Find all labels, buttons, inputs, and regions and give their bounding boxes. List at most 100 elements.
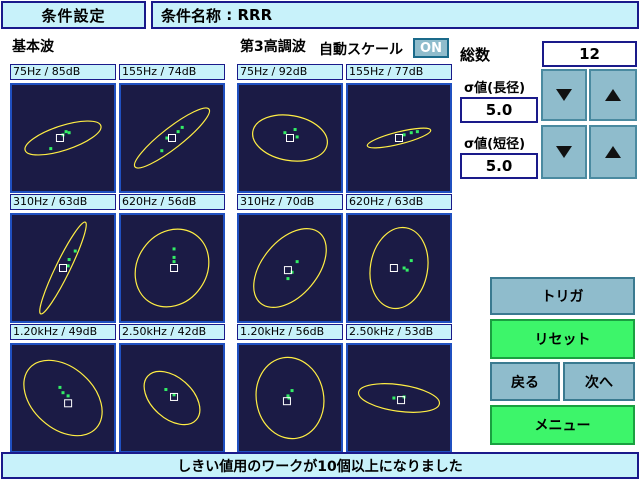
plot-label: 310Hz / 63dB [10,194,116,210]
plot-label: 2.50kHz / 53dB [346,324,452,340]
data-point [66,264,70,268]
threshold-ellipse [39,221,87,315]
data-point [295,260,299,264]
lissajous-svg [255,356,325,440]
plot-label: 75Hz / 85dB [10,64,116,80]
plot-label: 2.50kHz / 42dB [119,324,225,340]
data-point [165,136,169,140]
data-point [402,266,406,270]
screen-title: 条件設定 [1,1,146,29]
total-count-value: 12 [542,41,637,67]
trigger-button[interactable]: トリガ [490,277,635,315]
back-button[interactable]: 戻る [490,362,560,401]
plot-label: 620Hz / 63dB [346,194,452,210]
sigma-long-value: 5.0 [460,97,538,123]
lissajous-plot [119,213,225,323]
lissajous-svg [253,228,327,308]
data-point [160,149,164,153]
sigma-short-down-button[interactable] [541,125,587,179]
threshold-ellipse [252,114,328,162]
data-point [405,268,409,272]
lissajous-svg [39,221,87,315]
center-marker [59,264,67,272]
data-point [295,135,299,139]
lissajous-plot [119,343,225,453]
triangle-down-icon [556,89,572,101]
triangle-up-icon [605,89,621,101]
threshold-ellipse [134,228,210,308]
plot-label: 75Hz / 92dB [237,64,343,80]
data-point [172,247,176,251]
data-point [392,396,396,400]
next-button[interactable]: 次へ [563,362,635,401]
lissajous-svg [369,226,429,310]
data-point [415,130,419,134]
data-point [172,255,176,259]
data-point [402,133,406,137]
lissajous-plot [10,343,116,453]
data-point [293,128,297,132]
reset-button[interactable]: リセット [490,319,635,359]
sigma-long-up-button[interactable] [589,69,637,121]
lissajous-plot [237,213,343,323]
data-point [67,131,71,135]
lissajous-plot [346,213,452,323]
threshold-ellipse [253,228,327,308]
sigma-short-value: 5.0 [460,153,538,179]
center-marker [283,266,292,275]
plot-label: 1.20kHz / 56dB [237,324,343,340]
lissajous-plot [10,83,116,193]
data-point [409,259,413,263]
data-point [180,125,184,129]
sigma-long-label: σ値(長径) [464,81,526,96]
center-marker [286,134,294,142]
lissajous-svg [252,114,328,162]
plot-label: 310Hz / 70dB [237,194,343,210]
plot-label: 155Hz / 77dB [346,64,452,80]
lissajous-svg [357,383,441,413]
threshold-ellipse [133,107,211,169]
center-marker [168,134,176,142]
data-point [286,277,290,281]
lissajous-svg [366,127,432,149]
lissajous-plot [237,343,343,453]
data-point [64,130,68,134]
lissajous-plot [237,83,343,193]
status-message: しきい値用のワークが10個以上になりました [1,452,639,479]
condition-name-bar: 条件名称 : RRR [151,1,639,29]
threshold-ellipse [369,226,429,310]
menu-button[interactable]: メニュー [490,405,635,445]
data-point [67,258,71,262]
plot-label: 155Hz / 74dB [119,64,225,80]
threshold-ellipse [366,127,432,149]
total-count-label: 総数 [460,46,491,64]
lissajous-svg [23,359,103,437]
data-point [61,391,65,395]
center-marker [64,399,73,408]
auto-scale-toggle[interactable]: ON [413,38,449,58]
sigma-long-down-button[interactable] [541,69,587,121]
threshold-ellipse [357,383,441,413]
fundamental-section-label: 基本波 [12,39,54,55]
lissajous-plot [10,213,116,323]
data-point [172,260,176,264]
triangle-down-icon [556,146,572,158]
sigma-short-label: σ値(短径) [464,137,526,152]
condition-name-label: 条件名称 [161,6,222,25]
sigma-short-up-button[interactable] [589,125,637,179]
threshold-ellipse [23,359,103,437]
data-point [409,131,413,135]
data-point [49,147,53,151]
lissajous-plot [346,83,452,193]
data-point [58,385,62,389]
triangle-up-icon [605,146,621,158]
data-point [290,389,294,393]
plot-label: 1.20kHz / 49dB [10,324,116,340]
center-marker [389,264,398,272]
data-point [164,388,168,392]
auto-scale-label: 自動スケール [319,42,403,58]
lissajous-plot [119,83,225,193]
plot-label: 620Hz / 56dB [119,194,225,210]
lissajous-svg [133,107,211,169]
condition-name-value: RRR [237,6,273,24]
